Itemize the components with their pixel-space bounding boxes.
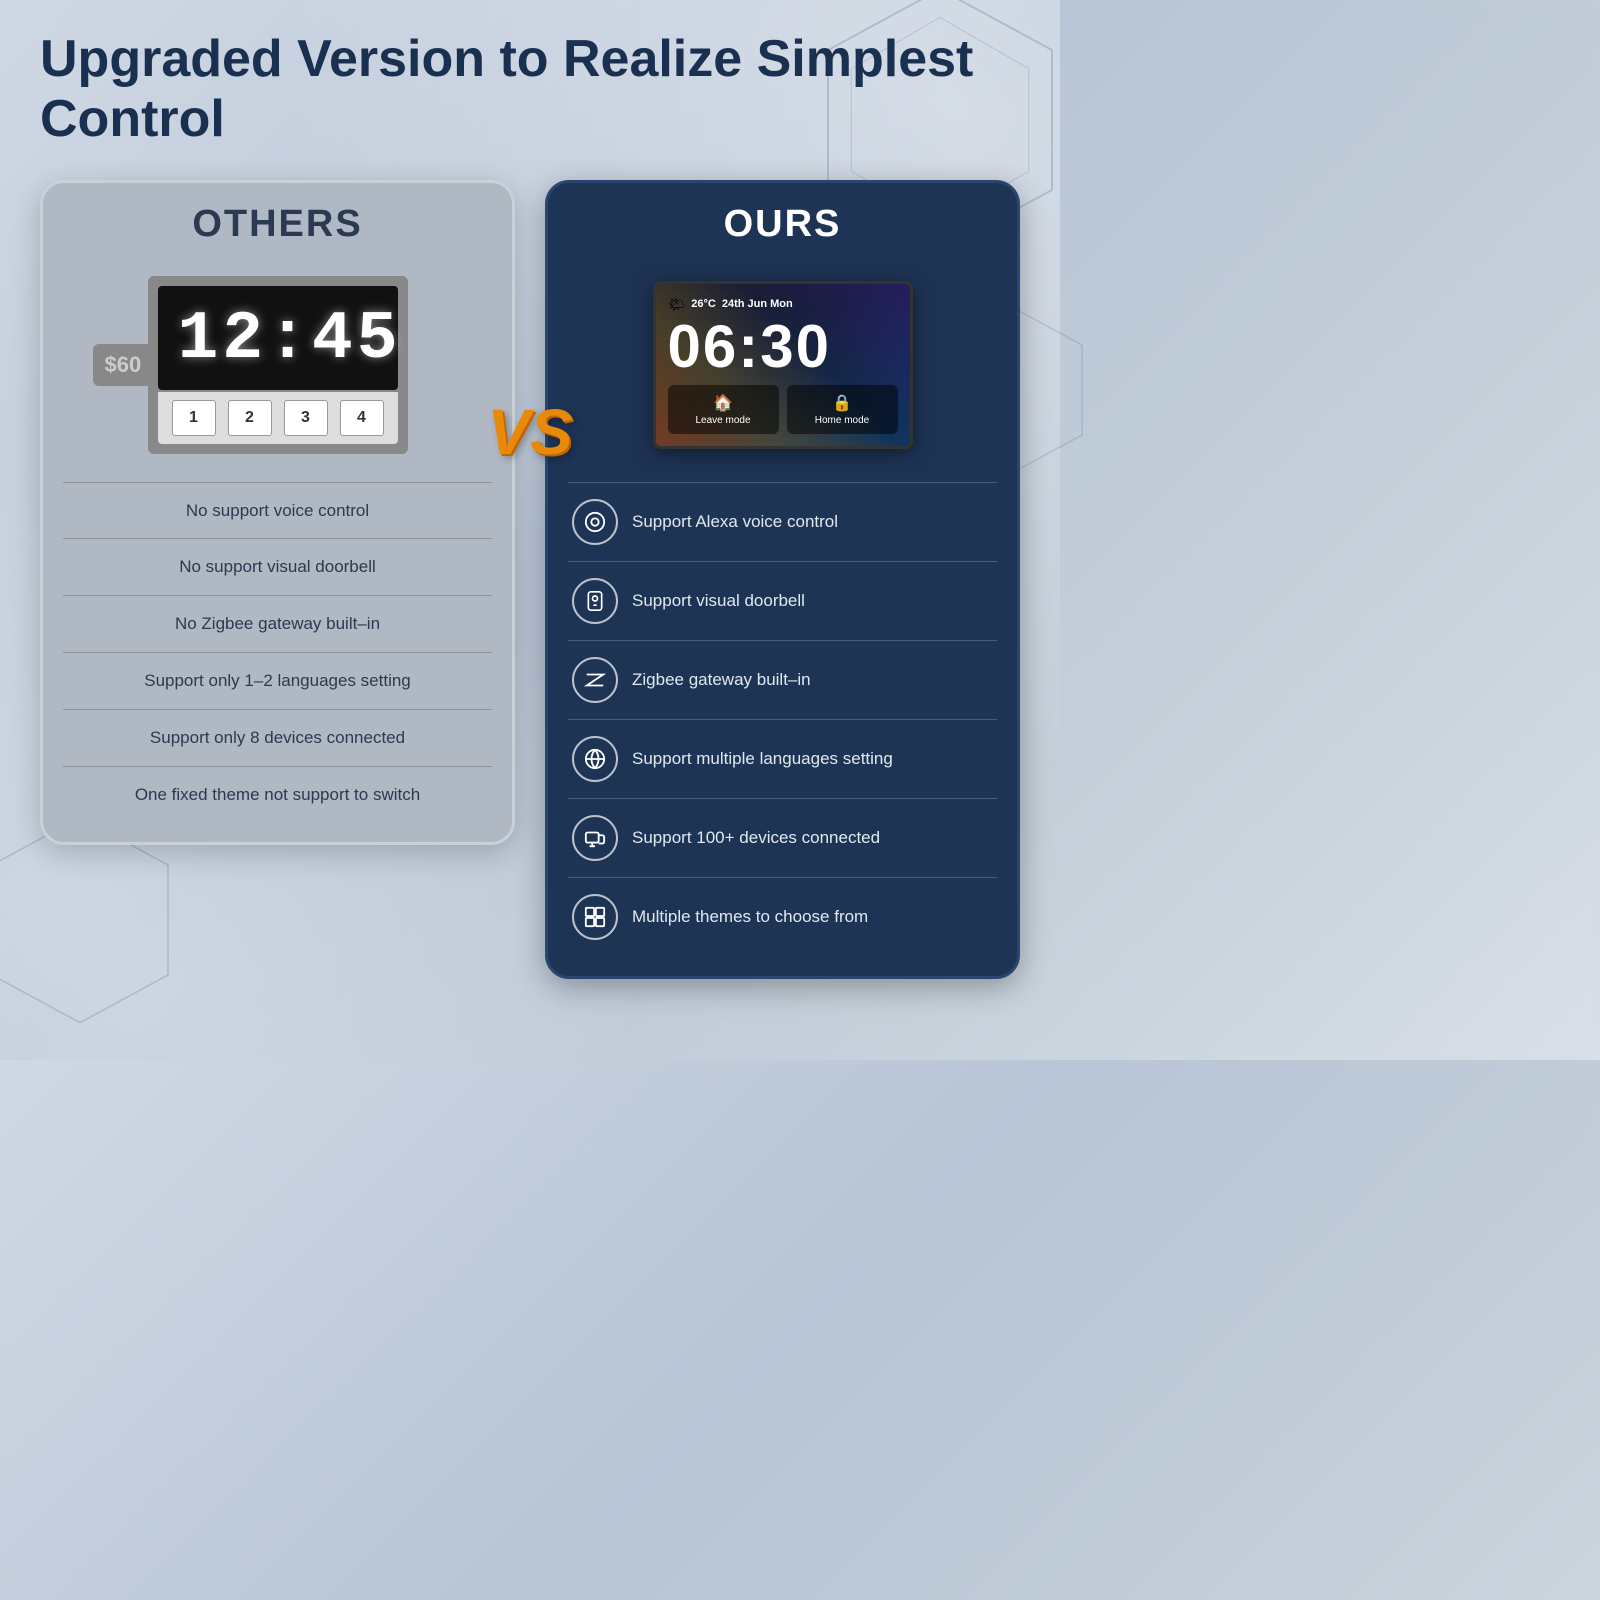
weather-icon: 🌤 — [668, 296, 686, 313]
ours-header: OURS — [548, 183, 1017, 262]
globe-icon — [572, 736, 618, 782]
others-feature-5: One fixed theme not support to switch — [43, 767, 512, 823]
page-title: Upgraded Version to Realize Simplest Con… — [40, 30, 1020, 150]
zigbee-icon — [572, 657, 618, 703]
ours-device-area: 🌤 26°C 24th Jun Mon 06:30 🏠 Leave mode 🔒… — [548, 262, 1017, 482]
doorbell-icon — [572, 578, 618, 624]
home-mode-icon: 🔒 — [791, 393, 894, 413]
ours-feature-0: Support Alexa voice control — [548, 483, 1017, 561]
alexa-icon — [572, 499, 618, 545]
others-feature-2: No Zigbee gateway built–in — [43, 596, 512, 652]
others-header: OTHERS — [43, 183, 512, 262]
leave-mode-label: Leave mode — [695, 415, 750, 426]
smart-screen: 🌤 26°C 24th Jun Mon 06:30 🏠 Leave mode 🔒… — [656, 284, 910, 446]
ours-feature-4: Support 100+ devices connected — [548, 799, 1017, 877]
themes-icon — [572, 894, 618, 940]
leave-mode-icon: 🏠 — [672, 393, 775, 413]
others-feature-0: No support voice control — [43, 483, 512, 539]
others-feature-3: Support only 1–2 languages setting — [43, 653, 512, 709]
clock-time: 12:45 — [178, 306, 378, 374]
ours-card: OURS 🌤 26°C 24th Jun Mon 06:30 🏠 Leave m… — [545, 180, 1020, 979]
comparison-row: OTHERS $60 12:45 1 2 3 4 No support voic… — [40, 180, 1020, 979]
others-feature-1: No support visual doorbell — [43, 539, 512, 595]
devices-icon — [572, 815, 618, 861]
others-card: OTHERS $60 12:45 1 2 3 4 No support voic… — [40, 180, 515, 846]
clock-btn-2: 2 — [228, 400, 272, 436]
smart-time: 06:30 — [668, 317, 898, 377]
old-device: $60 12:45 1 2 3 4 — [148, 276, 408, 454]
ours-feature-2: Zigbee gateway built–in — [548, 641, 1017, 719]
ours-feature-3: Support multiple languages setting — [548, 720, 1017, 798]
others-device-area: $60 12:45 1 2 3 4 — [43, 262, 512, 482]
ours-feature-5: Multiple themes to choose from — [548, 878, 1017, 956]
clock-buttons: 1 2 3 4 — [158, 392, 398, 444]
smart-modes: 🏠 Leave mode 🔒 Home mode — [668, 385, 898, 434]
smart-date: 24th Jun Mon — [722, 298, 793, 310]
others-feature-4: Support only 8 devices connected — [43, 710, 512, 766]
clock-display: 12:45 — [158, 286, 398, 390]
price-tag: $60 — [93, 344, 154, 386]
home-mode-label: Home mode — [815, 415, 869, 426]
home-mode-btn: 🔒 Home mode — [787, 385, 898, 434]
vs-badge: VS — [487, 400, 572, 464]
ours-feature-1: Support visual doorbell — [548, 562, 1017, 640]
smart-weather: 26°C — [691, 298, 716, 310]
smart-top-bar: 🌤 26°C 24th Jun Mon — [668, 296, 898, 313]
clock-btn-1: 1 — [172, 400, 216, 436]
clock-btn-3: 3 — [284, 400, 328, 436]
leave-mode-btn: 🏠 Leave mode — [668, 385, 779, 434]
clock-btn-4: 4 — [340, 400, 384, 436]
smart-device: 🌤 26°C 24th Jun Mon 06:30 🏠 Leave mode 🔒… — [653, 281, 913, 449]
